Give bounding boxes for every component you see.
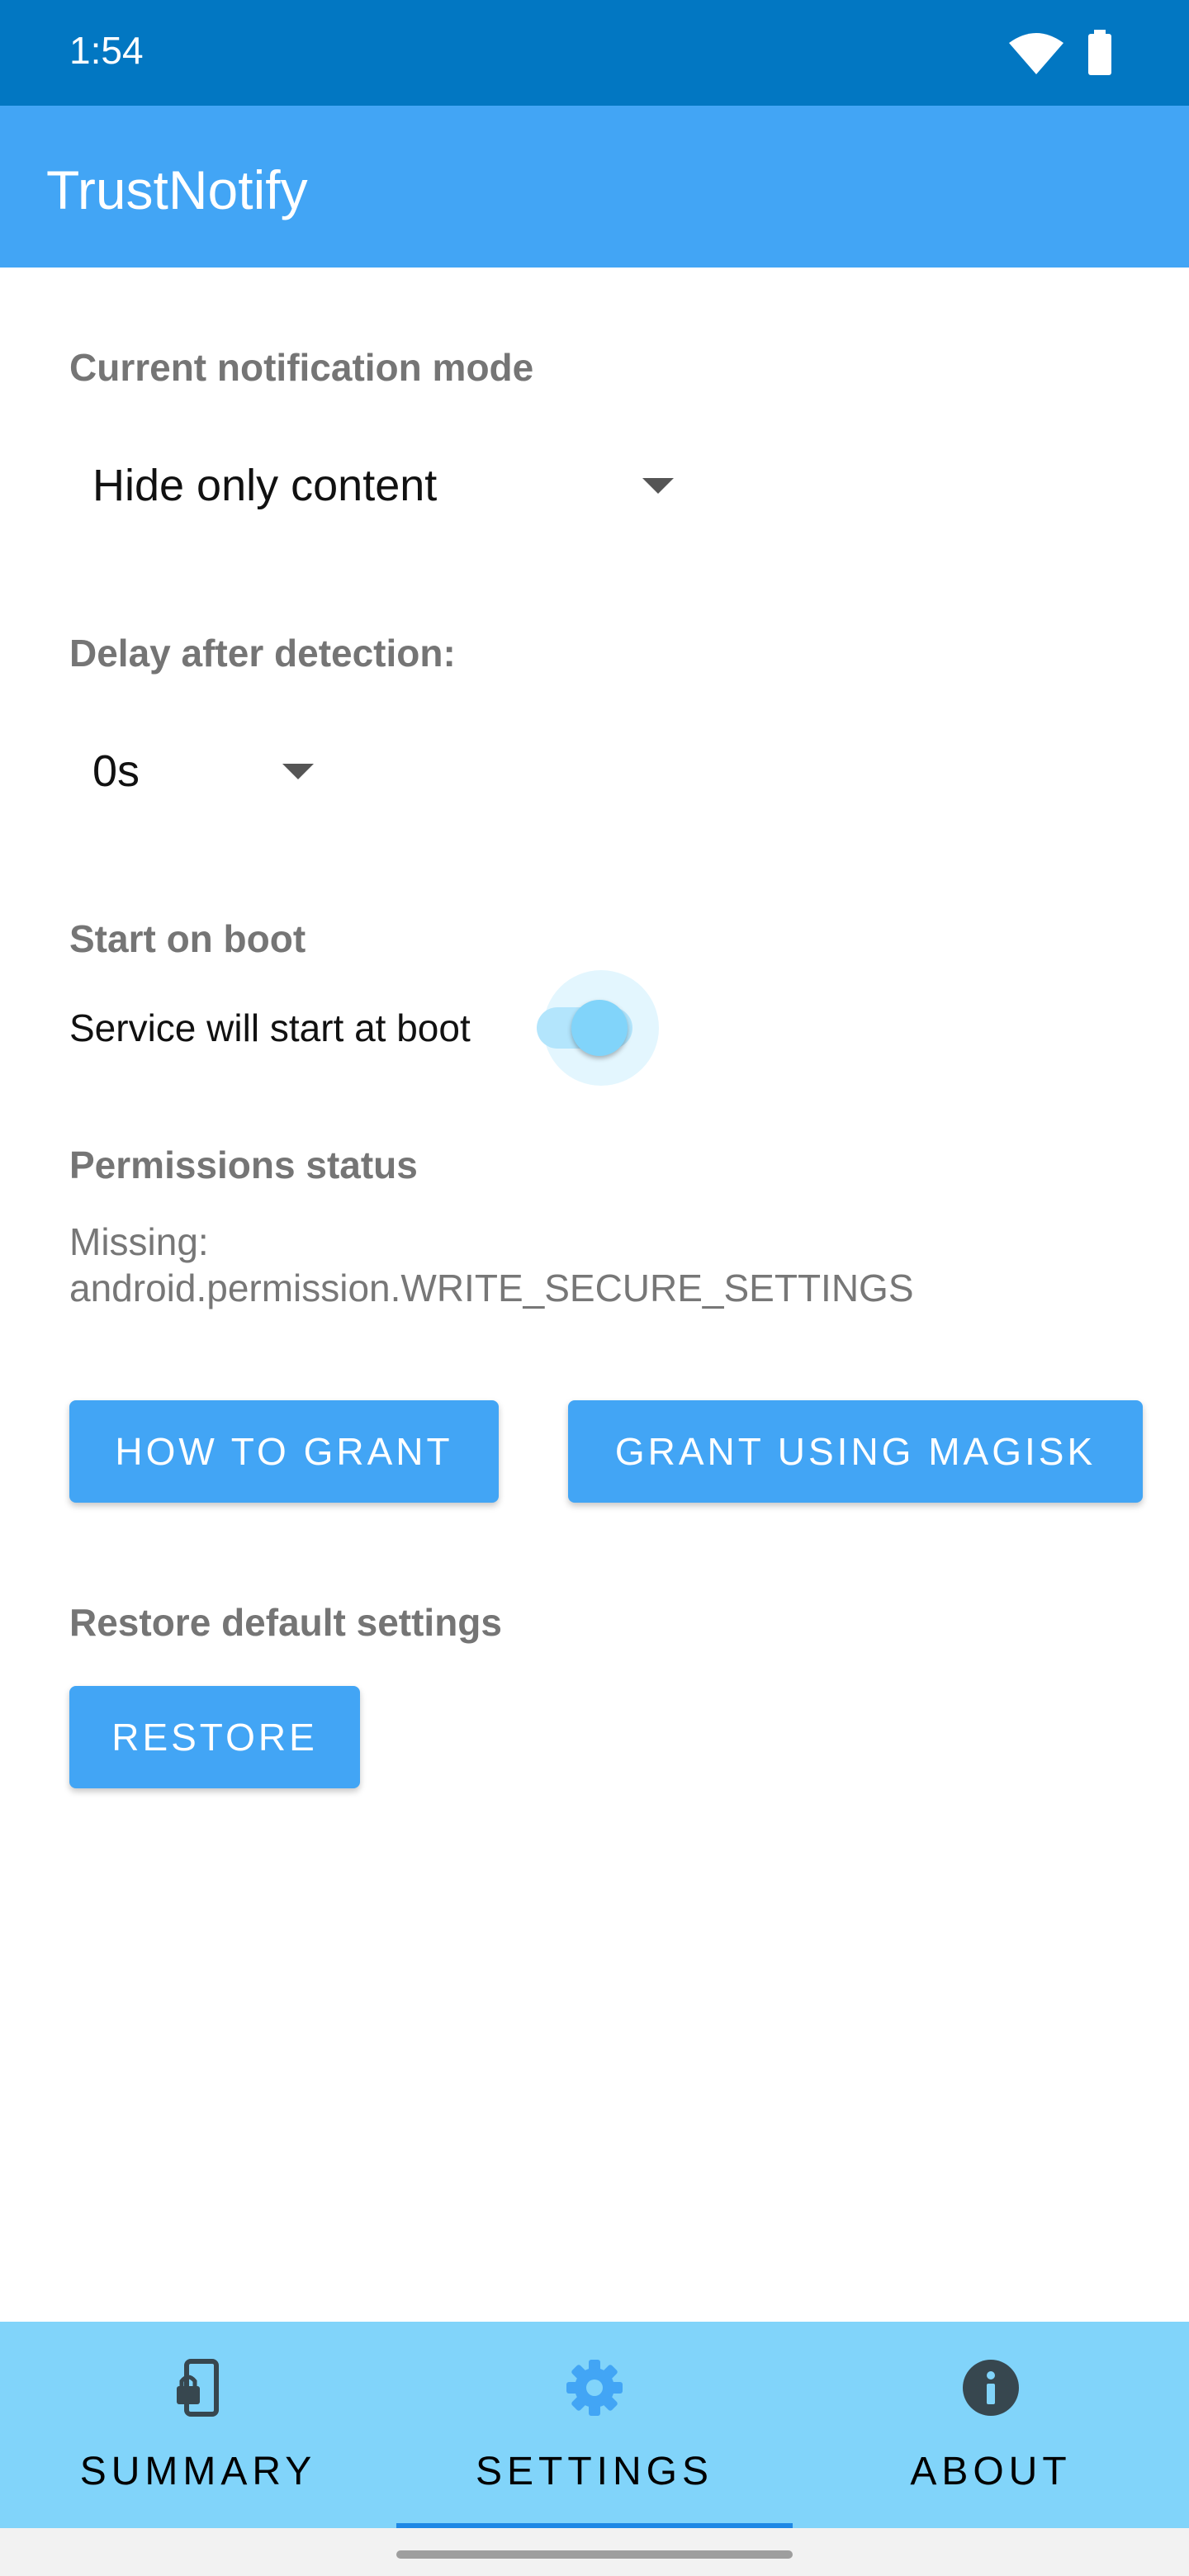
- boot-label: Start on boot: [69, 917, 306, 960]
- gesture-bar: [0, 2528, 1189, 2576]
- boot-description: Service will start at boot: [69, 1006, 471, 1049]
- notification-mode-value: Hide only content: [92, 461, 438, 510]
- bottom-navigation: SUMMARY SETTINGS ABOUT: [0, 2322, 1189, 2528]
- chevron-down-icon: [282, 764, 314, 779]
- nav-label-settings: SETTINGS: [475, 2450, 714, 2493]
- delay-value: 0s: [92, 746, 140, 796]
- status-bar: 1:54: [0, 0, 1189, 106]
- app-bar: TrustNotify: [0, 106, 1189, 268]
- nav-item-summary[interactable]: SUMMARY: [0, 2322, 396, 2528]
- grant-using-magisk-button[interactable]: GRANT USING MAGISK: [568, 1400, 1143, 1503]
- nav-label-summary: SUMMARY: [79, 2450, 317, 2493]
- nav-item-about[interactable]: ABOUT: [793, 2322, 1189, 2528]
- restore-label: Restore default settings: [69, 1601, 502, 1644]
- permissions-status-line1: Missing:: [69, 1220, 209, 1263]
- how-to-grant-button[interactable]: HOW TO GRANT: [69, 1400, 499, 1503]
- permissions-status: Missing: android.permission.WRITE_SECURE…: [69, 1219, 914, 1311]
- info-icon: [963, 2360, 1019, 2416]
- permissions-status-line2: android.permission.WRITE_SECURE_SETTINGS: [69, 1267, 914, 1309]
- phone-lock-icon: [177, 2359, 219, 2417]
- toggle-thumb: [571, 1000, 628, 1056]
- status-time: 1:54: [69, 29, 144, 72]
- nav-label-about: ABOUT: [910, 2450, 1072, 2493]
- notification-mode-dropdown[interactable]: Hide only content: [69, 436, 697, 535]
- delay-dropdown[interactable]: 0s: [69, 722, 317, 821]
- home-gesture-handle[interactable]: [396, 2550, 793, 2559]
- nav-item-settings[interactable]: SETTINGS: [396, 2322, 793, 2528]
- app-title: TrustNotify: [46, 159, 308, 220]
- gear-icon: [566, 2360, 623, 2416]
- wifi-icon: [1009, 33, 1063, 74]
- boot-toggle[interactable]: [537, 970, 669, 1086]
- battery-icon: [1088, 30, 1111, 75]
- notification-mode-label: Current notification mode: [69, 346, 534, 389]
- delay-label: Delay after detection:: [69, 632, 456, 675]
- chevron-down-icon: [642, 478, 674, 494]
- restore-button[interactable]: RESTORE: [69, 1686, 360, 1788]
- permissions-label: Permissions status: [69, 1144, 418, 1186]
- status-icons: [1007, 30, 1123, 76]
